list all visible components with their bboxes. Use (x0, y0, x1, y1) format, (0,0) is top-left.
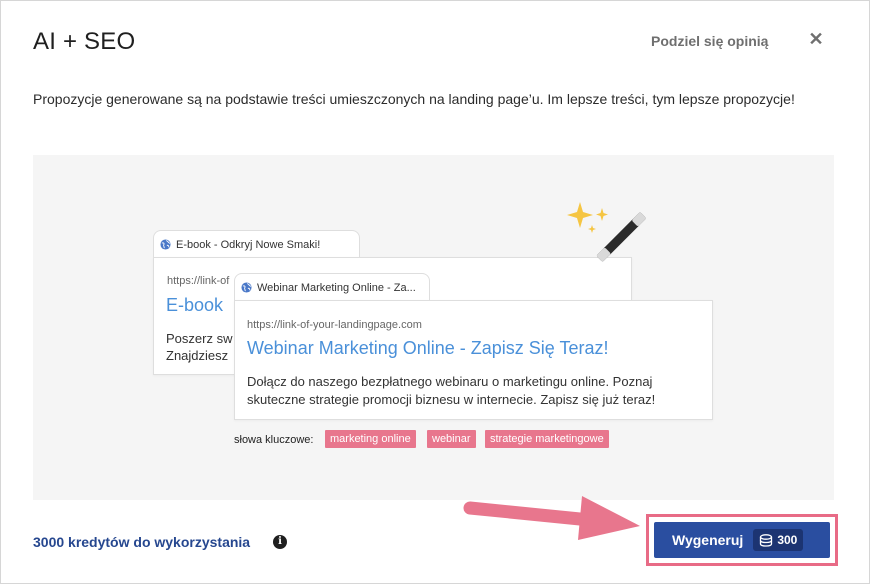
front-card-headline: Webinar Marketing Online - Zapisz Się Te… (247, 338, 609, 358)
back-card-headline: E-book (166, 295, 224, 315)
front-card-tab-title: Webinar Marketing Online - Za... (257, 281, 416, 294)
close-icon[interactable]: ✕ (806, 28, 826, 50)
info-icon[interactable]: i (273, 535, 287, 549)
description-text: Propozycje generowane są na podstawie tr… (33, 91, 795, 107)
back-card-snippet-line1: Poszerz sw (166, 331, 233, 346)
back-card-url: https://link-of (167, 275, 230, 287)
keyword-tag: webinar (427, 430, 476, 448)
credit-cost-value: 300 (777, 533, 798, 547)
generate-button[interactable]: Wygeneruj 300 (654, 522, 830, 558)
arrow-pointer-icon (463, 496, 640, 540)
back-card-tab-title: E-book - Odkryj Nowe Smaki! (176, 238, 321, 251)
keywords-label: słowa kluczowe: (234, 434, 314, 446)
back-card-tab: E-book - Odkryj Nowe Smaki! (153, 230, 360, 258)
globe-icon (160, 239, 171, 250)
front-card-url: https://link-of-your-landingpage.com (247, 319, 422, 331)
credit-cost-badge: 300 (753, 529, 804, 551)
back-card-snippet-line2: Znajdziesz (166, 348, 229, 363)
coins-icon (760, 533, 773, 547)
generate-button-label: Wygeneruj (672, 532, 744, 548)
modal-title: AI + SEO (33, 28, 136, 55)
globe-icon (241, 282, 252, 293)
magic-wand-icon (567, 202, 646, 262)
keyword-tag: strategie marketingowe (485, 430, 609, 448)
front-card-snippet: Dołącz do naszego bezpłatnego webinaru o… (247, 374, 656, 407)
credits-remaining: 3000 kredytów do wykorzystania (33, 534, 251, 550)
front-card-tab: Webinar Marketing Online - Za... (234, 273, 430, 301)
keyword-tag: marketing online (325, 430, 416, 448)
feedback-link[interactable]: Podziel się opinią (651, 33, 768, 49)
